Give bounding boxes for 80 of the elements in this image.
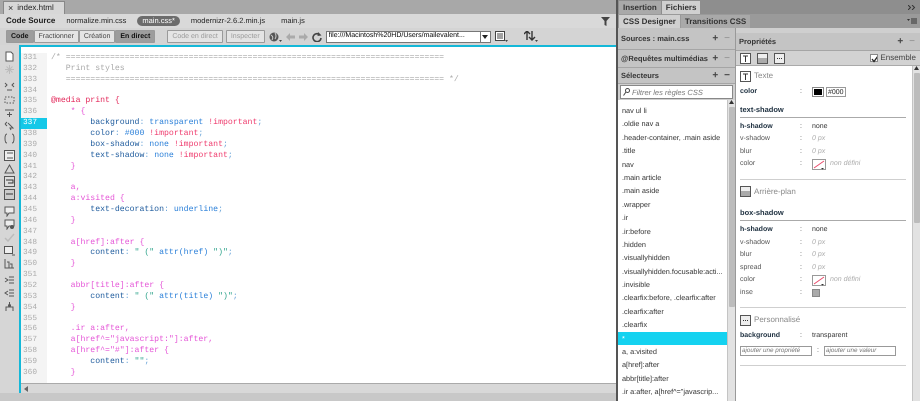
wrap-icon[interactable] <box>4 176 15 187</box>
comment-icon[interactable] <box>4 206 15 217</box>
comment-icon[interactable] <box>4 219 15 230</box>
code-line: a[href^="#"]:after { <box>70 346 170 357</box>
code-line: ============================================================================= */ <box>64 74 460 86</box>
checkbox[interactable] <box>812 288 820 297</box>
numbered-list-icon[interactable] <box>4 150 15 161</box>
collapse-panel-icon[interactable] <box>908 4 917 10</box>
panel-tab[interactable]: Fichiers <box>662 1 700 14</box>
code-line: Print styles <box>64 64 126 75</box>
vertical-scrollbar[interactable] <box>727 100 735 401</box>
remove-button[interactable]: − <box>722 70 732 80</box>
add-button[interactable]: + <box>710 34 720 44</box>
scroll-left-icon[interactable] <box>24 386 29 392</box>
outdent-icon[interactable] <box>4 288 15 299</box>
list-options-icon[interactable] <box>494 31 508 42</box>
check-icon[interactable] <box>4 232 15 243</box>
dots-icon[interactable] <box>774 52 785 64</box>
code-line: @media print { <box>51 96 121 107</box>
code-line: } <box>70 162 77 172</box>
add-button[interactable]: + <box>710 70 720 80</box>
horizontal-scrollbar[interactable] <box>21 383 616 393</box>
caret-icon <box>482 34 488 38</box>
code-line: color: #000 !important; <box>89 129 204 140</box>
add-button[interactable]: + <box>895 36 906 46</box>
filter-icon[interactable] <box>601 16 610 26</box>
code-line: .ir a:after, <box>70 324 131 335</box>
checkbox[interactable] <box>870 54 878 62</box>
dots-icon <box>740 314 751 326</box>
tab-title: index.html <box>17 2 54 14</box>
expand-all-icon[interactable] <box>4 107 15 118</box>
code-line: content: " (" attr(href) ")"; <box>89 248 234 260</box>
text-icon <box>740 70 751 82</box>
snippet-icon[interactable] <box>4 245 15 256</box>
globe-icon[interactable] <box>268 32 282 42</box>
code-line: background: transparent !important; <box>89 118 264 129</box>
code-line: a[href^="javascript:"]:after, <box>70 335 214 346</box>
document-tab[interactable]: × index.html <box>3 1 65 14</box>
code-line: box-shadow: none !important; <box>89 140 229 151</box>
code-line: } <box>70 302 77 314</box>
panel-menu-icon[interactable] <box>907 18 917 24</box>
panel-tab[interactable]: CSS Designer <box>619 15 680 28</box>
code-line: a:visited { <box>70 194 126 205</box>
code-line: content: ""; <box>89 357 150 368</box>
code-line: /* ============================================================================= <box>51 53 446 64</box>
code-line: content: " (" attr(title) ")"; <box>89 292 239 303</box>
sort-icon[interactable] <box>524 31 538 42</box>
code-line: a, <box>70 183 82 194</box>
panel-icon[interactable] <box>4 189 15 200</box>
section-title: Texte <box>754 70 774 82</box>
code-line: * { <box>70 107 86 118</box>
color-swatch[interactable] <box>812 87 824 98</box>
code-line: abbr[title]:after { <box>70 281 166 292</box>
text-icon[interactable] <box>740 52 751 64</box>
document-icon[interactable] <box>4 51 15 62</box>
code-line: a[href]:after { <box>70 238 146 248</box>
close-button[interactable]: × <box>8 4 14 12</box>
add-button[interactable]: + <box>710 54 720 64</box>
related-files-label: Code Source <box>6 15 56 27</box>
tree-icon[interactable] <box>4 301 15 312</box>
code-line: text-decoration: underline; <box>89 205 224 216</box>
code-line: } <box>70 259 77 270</box>
indent-icon[interactable] <box>4 275 15 286</box>
section-title: Arrière-plan <box>754 186 796 198</box>
background-icon <box>740 186 751 198</box>
dropdown-button[interactable] <box>480 30 491 42</box>
warning-icon[interactable] <box>4 163 15 174</box>
panel-tab[interactable]: Transitions CSS <box>680 15 750 28</box>
code-line: } <box>70 216 77 227</box>
no-color-swatch-icon[interactable] <box>812 159 826 170</box>
section-title: Personnalisé <box>754 314 800 326</box>
vertical-scrollbar[interactable] <box>912 66 920 401</box>
refresh-icon[interactable] <box>312 32 322 42</box>
no-color-swatch-icon[interactable] <box>812 274 826 286</box>
code-line: } <box>70 368 77 379</box>
checkbox-label: Ensemble <box>880 52 916 64</box>
background-icon[interactable] <box>757 52 768 64</box>
panel-tab[interactable]: Insertion <box>619 1 661 14</box>
code-line: text-shadow: none !important; <box>89 150 234 162</box>
brackets-icon[interactable] <box>4 133 15 144</box>
